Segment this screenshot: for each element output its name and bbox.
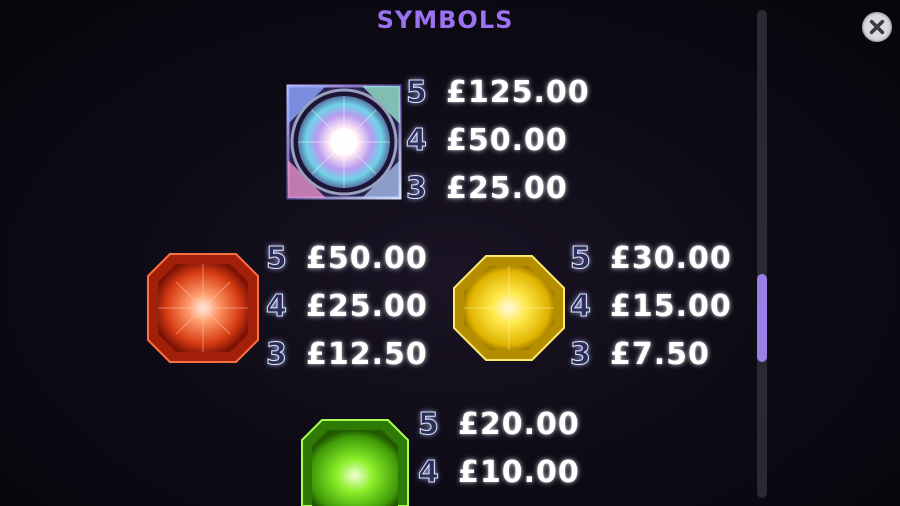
payout: £125.00 bbox=[446, 74, 590, 110]
count: 5 bbox=[406, 74, 428, 110]
count: 5 bbox=[418, 406, 440, 442]
count: 4 bbox=[418, 454, 440, 490]
count: 5 bbox=[570, 240, 592, 276]
paytable-yellow-gem: 5 £30.00 4 £15.00 3 £7.50 bbox=[570, 234, 732, 378]
count: 4 bbox=[570, 288, 592, 324]
paytable-green-gem: 5 £20.00 4 £10.00 bbox=[418, 400, 580, 496]
payout: £25.00 bbox=[446, 170, 568, 206]
yellow-gem-icon bbox=[453, 255, 565, 361]
payout: £12.50 bbox=[306, 336, 428, 372]
count: 3 bbox=[570, 336, 592, 372]
payout: £30.00 bbox=[610, 240, 732, 276]
payout: £50.00 bbox=[306, 240, 428, 276]
payout: £15.00 bbox=[610, 288, 732, 324]
paytable-red-gem: 5 £50.00 4 £25.00 3 £12.50 bbox=[266, 234, 428, 378]
count: 4 bbox=[266, 288, 288, 324]
count: 3 bbox=[266, 336, 288, 372]
scrollbar-track[interactable] bbox=[757, 10, 767, 498]
close-button[interactable] bbox=[862, 12, 892, 42]
count: 4 bbox=[406, 122, 428, 158]
paytable-rainbow-diamond: 5 £125.00 4 £50.00 3 £25.00 bbox=[406, 68, 590, 212]
count: 5 bbox=[266, 240, 288, 276]
payout: £20.00 bbox=[458, 406, 580, 442]
payout: £7.50 bbox=[610, 336, 710, 372]
payout: £10.00 bbox=[458, 454, 580, 490]
payout: £25.00 bbox=[306, 288, 428, 324]
payout: £50.00 bbox=[446, 122, 568, 158]
count: 3 bbox=[406, 170, 428, 206]
red-gem-icon bbox=[147, 253, 259, 363]
scrollbar-thumb[interactable] bbox=[757, 274, 767, 362]
green-gem-icon bbox=[301, 419, 409, 506]
close-icon bbox=[869, 19, 885, 35]
rainbow-diamond-icon bbox=[286, 84, 402, 200]
